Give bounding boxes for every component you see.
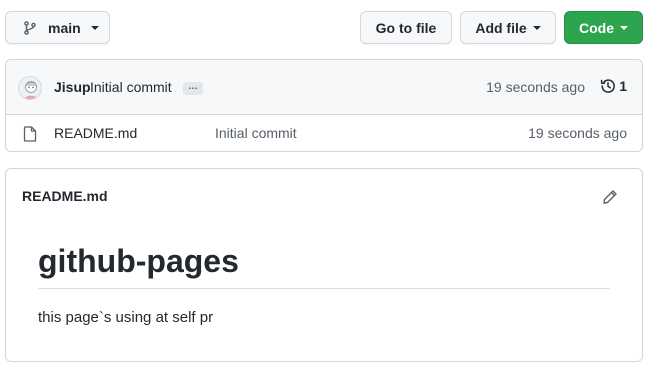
history-icon: [600, 79, 616, 93]
chevron-down-icon: [90, 26, 99, 30]
file-name-link[interactable]: README.md: [54, 125, 137, 141]
avatar[interactable]: [18, 76, 42, 100]
go-to-file-label: Go to file: [375, 19, 437, 36]
branch-name: main: [48, 19, 81, 36]
heading-divider: [38, 288, 610, 289]
readme-filename[interactable]: README.md: [22, 188, 108, 204]
commit-expand-button[interactable]: …: [183, 81, 203, 95]
repo-toolbar: main Go to file Add file Code: [5, 11, 643, 44]
code-button[interactable]: Code: [564, 11, 643, 44]
avatar-image-icon: [19, 77, 41, 99]
file-row[interactable]: README.md Initial commit 19 seconds ago: [6, 115, 642, 151]
commit-count: 1: [619, 78, 627, 94]
readme-panel: README.md github-pages this page`s using…: [5, 168, 643, 362]
code-button-label: Code: [579, 19, 614, 36]
go-to-file-button[interactable]: Go to file: [360, 11, 452, 44]
commit-time: 19 seconds ago: [486, 79, 585, 95]
commit-author-link[interactable]: Jisup: [54, 79, 91, 95]
add-file-label: Add file: [475, 19, 527, 36]
latest-commit-bar: Jisup Initial commit … 19 seconds ago 1: [6, 60, 642, 115]
readme-heading: github-pages: [38, 243, 239, 279]
commit-message-link[interactable]: Initial commit: [90, 79, 172, 95]
readme-paragraph: this page`s using at self pr: [38, 309, 214, 326]
file-icon: [23, 126, 37, 147]
commit-history-link[interactable]: 1: [600, 78, 627, 94]
file-navigation-box: Jisup Initial commit … 19 seconds ago 1 …: [5, 59, 643, 152]
file-commit-time: 19 seconds ago: [528, 125, 627, 141]
chevron-down-icon: [532, 26, 541, 30]
branch-select-button[interactable]: main: [5, 11, 110, 44]
git-branch-icon: [24, 20, 36, 35]
chevron-down-icon: [620, 26, 628, 30]
pencil-icon[interactable]: [602, 189, 618, 210]
add-file-button[interactable]: Add file: [460, 11, 556, 44]
file-commit-message-link[interactable]: Initial commit: [215, 125, 297, 141]
